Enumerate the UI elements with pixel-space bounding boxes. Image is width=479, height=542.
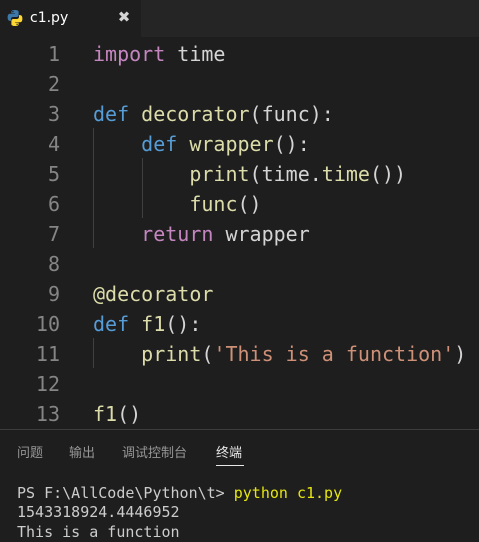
code-text: def decorator(func): [93, 99, 334, 129]
close-icon[interactable]: ✖ [114, 7, 134, 27]
code-token: (func): [249, 102, 334, 126]
code-token: wrapper [189, 132, 274, 156]
line-number: 12 [35, 372, 60, 396]
code-line[interactable]: 1 import time [0, 39, 479, 69]
code-line[interactable]: 9 @decorator [0, 279, 479, 309]
tab-filename: c1.py [30, 10, 69, 26]
code-line[interactable]: 10 def f1(): [0, 309, 479, 339]
code-token: def [93, 312, 130, 336]
code-token: func [189, 192, 238, 216]
code-text: def f1(): [93, 309, 201, 339]
line-number: 13 [35, 402, 60, 426]
code-token: wrapper [213, 222, 310, 246]
line-number: 6 [47, 192, 60, 216]
line-number: 10 [35, 312, 60, 336]
terminal-output-line: 1543318924.4446952 [17, 503, 180, 521]
tab-c1-py[interactable]: c1.py ✖ [0, 0, 141, 37]
code-token: @decorator [93, 282, 214, 306]
code-token: time [321, 162, 370, 186]
bottom-panel: 问题 输出 调试控制台 终端 PS F:\AllCode\Python\t> p… [0, 429, 479, 542]
line-number: 5 [47, 162, 60, 186]
code-text: @decorator [93, 279, 213, 309]
code-token: (): [273, 132, 310, 156]
terminal-prompt-line[interactable]: PS F:\AllCode\Python\t> python c1.py [17, 483, 342, 503]
code-token: f1 [141, 312, 166, 336]
indent-guide [93, 128, 94, 248]
code-token: return [141, 222, 214, 246]
code-text: func() [93, 189, 262, 219]
line-number: 7 [47, 222, 60, 246]
line-number: 1 [47, 42, 60, 66]
line-number: 3 [47, 102, 60, 126]
code-token: print [141, 342, 202, 366]
terminal-output-line: This is a function [17, 523, 180, 541]
tab-terminal[interactable]: 终端 [216, 446, 242, 462]
tab-output[interactable]: 输出 [69, 446, 95, 462]
code-token: def [141, 132, 178, 156]
code-line[interactable]: 12 [0, 369, 479, 399]
line-number: 2 [47, 72, 60, 96]
code-token: def [93, 102, 130, 126]
code-token: () [237, 192, 262, 216]
python-icon [7, 10, 23, 26]
code-text: return wrapper [93, 219, 310, 249]
code-line[interactable]: 5 print(time.time()) [0, 159, 479, 189]
line-number: 9 [47, 282, 60, 306]
code-text: print(time.time()) [93, 159, 406, 189]
code-line[interactable]: 3 def decorator(func): [0, 99, 479, 129]
indent-guide [93, 338, 94, 368]
line-number: 4 [47, 132, 60, 156]
code-line[interactable]: 11 print('This is a function') [0, 339, 479, 369]
code-token: decorator [141, 102, 250, 126]
code-text: print('This is a function') [93, 339, 466, 369]
code-line[interactable]: 4 def wrapper(): [0, 129, 479, 159]
code-editor[interactable]: 1 import time 2 3 def decorator(func): 4 def … [0, 37, 479, 429]
code-token: f1 [93, 402, 118, 426]
code-token: ( [201, 342, 214, 366]
code-token: import [93, 42, 166, 66]
code-line[interactable]: 13 f1() [0, 399, 479, 429]
code-line[interactable]: 6 func() [0, 189, 479, 219]
code-text: f1() [93, 399, 141, 429]
code-line[interactable]: 8 [0, 249, 479, 279]
code-token: time [165, 42, 226, 66]
code-token: 'This is a function' [213, 342, 455, 366]
code-token: print [189, 162, 250, 186]
line-number: 8 [47, 252, 60, 276]
editor-tab-bar: c1.py ✖ [0, 0, 479, 37]
code-line[interactable]: 7 return wrapper [0, 219, 479, 249]
code-token: (): [165, 312, 202, 336]
terminal-prompt: PS F:\AllCode\Python\t> [17, 484, 234, 502]
code-token: (time. [249, 162, 322, 186]
terminal-command: python c1.py [233, 484, 343, 502]
tab-problems[interactable]: 问题 [17, 446, 43, 462]
line-number: 11 [35, 342, 60, 366]
tab-debug-console[interactable]: 调试控制台 [122, 446, 187, 462]
code-token: () [117, 402, 142, 426]
code-line[interactable]: 2 [0, 69, 479, 99]
code-text: def wrapper(): [93, 129, 310, 159]
code-token: ()) [369, 162, 407, 186]
indent-guide [142, 158, 143, 218]
code-token: ) [454, 342, 467, 366]
active-tab-indicator [216, 465, 244, 466]
code-text: import time [93, 39, 225, 69]
